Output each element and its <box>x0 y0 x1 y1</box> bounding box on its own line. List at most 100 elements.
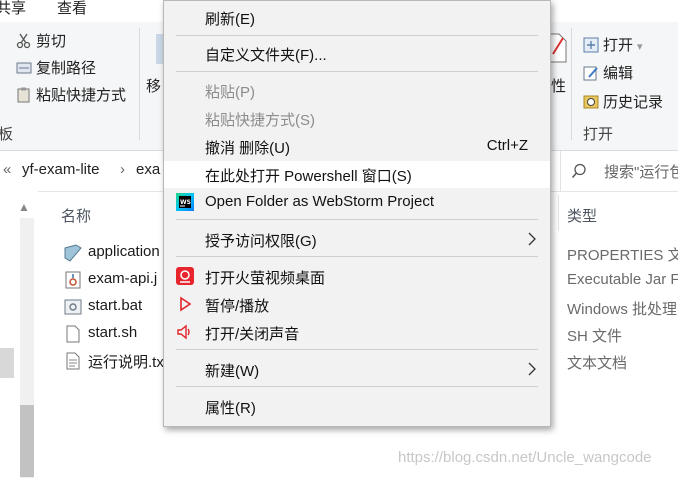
breadcrumb-chevron-icon: « <box>3 161 12 178</box>
edit-label: 编辑 <box>603 65 634 82</box>
file-row[interactable]: application <box>60 240 180 266</box>
clipboard-group-label: 板 <box>0 126 14 143</box>
menu-item-label: 新建(W) <box>205 363 260 380</box>
history-button[interactable]: 历史记录 <box>583 91 663 112</box>
menu-separator <box>176 71 538 72</box>
menu-item-label: 粘贴快捷方式(S) <box>205 112 315 129</box>
menu-item-label: Open Folder as WebStorm Project <box>205 193 434 210</box>
menu-item-new[interactable]: 新建(W) <box>164 356 550 383</box>
scroll-up-icon[interactable]: ▲ <box>18 200 30 214</box>
file-type: 文本文档 <box>567 355 628 372</box>
menu-separator <box>176 219 538 220</box>
sh-file-icon <box>66 325 80 343</box>
menu-item-firefly[interactable]: 打开火萤视频桌面 <box>164 263 550 290</box>
open-button[interactable]: 打开 ▾ <box>583 34 643 55</box>
move-to-button[interactable]: 移 <box>146 75 161 96</box>
edit-button[interactable]: 编辑 <box>583 62 633 83</box>
tab-view[interactable]: 查看 <box>57 0 87 18</box>
breadcrumb-item[interactable]: yf-exam-lite <box>22 161 100 178</box>
properties-icon <box>549 32 567 68</box>
menu-item-label: 属性(R) <box>205 400 256 417</box>
paste-shortcut-label: 粘贴快捷方式 <box>36 87 127 104</box>
breadcrumb-item[interactable]: exa <box>136 161 160 178</box>
properties-button[interactable]: 性 <box>551 75 566 96</box>
scrollbar-thumb[interactable] <box>20 405 34 477</box>
copy-path-icon <box>16 62 32 74</box>
menu-item-label: 打开/关闭声音 <box>205 326 300 343</box>
svg-text:WS: WS <box>180 199 191 206</box>
menu-separator <box>176 349 538 350</box>
menu-item-label: 授予访问权限(G) <box>205 233 317 250</box>
menu-item-label: 粘贴(P) <box>205 84 255 101</box>
menu-item-shortcut: Ctrl+Z <box>486 137 528 154</box>
copy-path-label: 复制路径 <box>36 60 97 77</box>
menu-item-refresh[interactable]: 刷新(E) <box>164 4 550 31</box>
chevron-right-icon <box>528 362 536 376</box>
menu-item-open-powershell[interactable]: 在此处打开 Powershell 窗口(S) <box>164 161 550 188</box>
breadcrumb-chevron-icon: › <box>120 161 125 178</box>
file-row[interactable]: exam-api.j <box>60 267 180 293</box>
tab-share[interactable]: 共享 <box>0 0 26 18</box>
menu-item-open-webstorm[interactable]: WS Open Folder as WebStorm Project <box>164 189 550 216</box>
webstorm-icon: WS <box>176 193 194 211</box>
open-group-label: 打开 <box>583 126 614 143</box>
menu-item-label: 暂停/播放 <box>205 298 270 315</box>
file-name: start.bat <box>88 297 143 314</box>
play-icon <box>180 296 192 312</box>
menu-separator <box>176 386 538 387</box>
menu-separator <box>176 256 538 257</box>
menu-item-undo-delete[interactable]: 撤消 删除(U) Ctrl+Z <box>164 133 550 160</box>
file-row[interactable]: start.sh <box>60 321 180 347</box>
search-icon <box>571 163 586 178</box>
file-name: application <box>88 243 160 260</box>
file-type: SH 文件 <box>567 328 623 345</box>
menu-item-label: 在此处打开 Powershell 窗口(S) <box>205 168 412 185</box>
properties-file-icon <box>64 244 82 262</box>
history-label: 历史记录 <box>603 94 664 111</box>
edit-icon <box>583 66 598 81</box>
menu-item-label: 撤消 删除(U) <box>205 140 290 157</box>
history-icon <box>583 95 599 109</box>
menu-item-properties[interactable]: 属性(R) <box>164 393 550 420</box>
cut-button[interactable]: 剪切 <box>16 30 66 51</box>
menu-item-label: 自定义文件夹(F)... <box>205 47 327 64</box>
nav-selection <box>0 348 14 378</box>
column-divider <box>558 195 559 231</box>
file-name: start.sh <box>88 324 138 341</box>
scissors-icon <box>16 33 31 49</box>
bat-file-icon <box>64 299 82 315</box>
menu-item-toggle-sound[interactable]: 打开/关闭声音 <box>164 319 550 346</box>
context-menu: 刷新(E) 自定义文件夹(F)... 粘贴(P) 粘贴快捷方式(S) 撤消 删除… <box>163 0 551 427</box>
watermark: https://blog.csdn.net/Uncle_wangcode <box>398 449 652 466</box>
speaker-icon <box>177 324 190 340</box>
column-header-name[interactable]: 名称 <box>61 205 91 226</box>
ribbon-divider <box>139 28 140 140</box>
menu-item-pause-play[interactable]: 暂停/播放 <box>164 291 550 318</box>
file-type: PROPERTIES 文件 <box>567 247 678 264</box>
paste-shortcut-icon <box>17 87 30 103</box>
open-icon <box>583 37 599 53</box>
menu-item-paste-shortcut[interactable]: 粘贴快捷方式(S) <box>164 105 550 132</box>
menu-item-grant-access[interactable]: 授予访问权限(G) <box>164 226 550 253</box>
paste-shortcut-button[interactable]: 粘贴快捷方式 <box>16 84 126 105</box>
cut-label: 剪切 <box>36 33 67 50</box>
txt-file-icon <box>66 352 80 370</box>
open-label: 打开 <box>603 37 634 54</box>
file-type: Windows 批处理 <box>567 301 678 318</box>
menu-item-label: 刷新(E) <box>205 11 255 28</box>
firefly-icon <box>176 267 194 285</box>
chevron-down-icon: ▾ <box>637 41 643 53</box>
search-box[interactable]: 搜索"运行包 <box>560 151 678 191</box>
file-name: 运行说明.tx <box>88 354 164 371</box>
file-type: Executable Jar F <box>567 271 678 288</box>
file-row[interactable]: start.bat <box>60 294 180 320</box>
column-header-type[interactable]: 类型 <box>567 205 597 226</box>
copy-path-button[interactable]: 复制路径 <box>16 57 96 78</box>
menu-item-custom-folder[interactable]: 自定义文件夹(F)... <box>164 40 550 67</box>
menu-item-label: 打开火萤视频桌面 <box>205 270 326 287</box>
jar-file-icon <box>65 271 81 289</box>
file-name: exam-api.j <box>88 270 158 287</box>
menu-item-paste[interactable]: 粘贴(P) <box>164 77 550 104</box>
chevron-right-icon <box>528 232 536 246</box>
file-row[interactable]: 运行说明.tx <box>60 348 180 374</box>
